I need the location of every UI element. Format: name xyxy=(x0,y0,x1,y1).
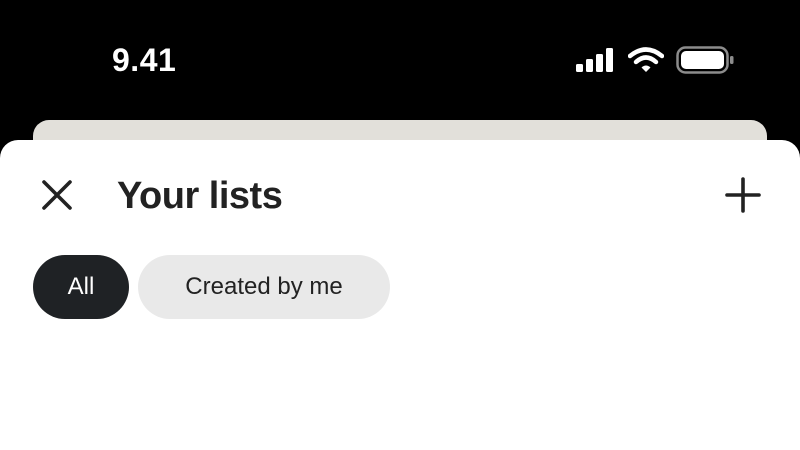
close-button[interactable] xyxy=(36,176,78,218)
filter-chips: All Created by me xyxy=(33,255,390,319)
signal-icon xyxy=(576,48,616,72)
sheet-title: Your lists xyxy=(117,175,283,217)
filter-chip-all[interactable]: All xyxy=(33,255,129,319)
app-screen: 9.41 Your lists All Created by me xyxy=(0,0,800,450)
add-list-button[interactable] xyxy=(722,176,764,218)
plus-icon xyxy=(725,176,761,218)
lists-sheet: Your lists All Created by me xyxy=(0,140,800,450)
close-icon xyxy=(41,179,73,216)
status-icons xyxy=(576,44,734,76)
filter-chip-created-by-me[interactable]: Created by me xyxy=(138,255,390,319)
battery-icon xyxy=(676,46,734,74)
wifi-icon xyxy=(628,47,664,73)
status-time: 9.41 xyxy=(112,42,177,78)
